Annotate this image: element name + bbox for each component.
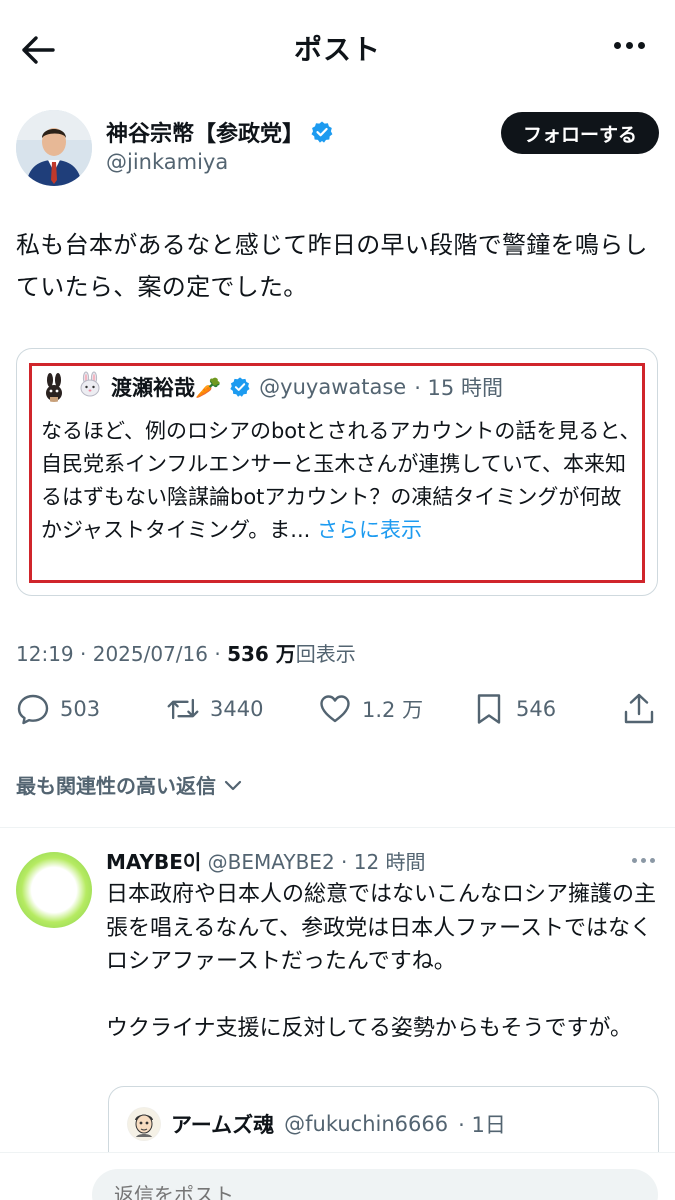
quoted-author-avatar	[39, 372, 69, 402]
reply-quoted-post-time: · 1日	[458, 1113, 506, 1137]
reply-quoted-author-avatar	[127, 1107, 161, 1141]
share-icon	[624, 693, 654, 724]
quoted-post-card[interactable]: 渡瀬裕哉🥕 @yuyawatase · 15 時間 なるほど、例のロシアのbot…	[16, 348, 658, 596]
page-title: ポスト	[293, 33, 381, 66]
quoted-author-name: 渡瀬裕哉🥕	[111, 376, 222, 400]
like-count: 1.2 万	[362, 698, 424, 722]
post-text: 私も台本があるなと感じて昨日の早い段階で警鐘を鳴らしていたら、案の定でした。	[16, 231, 648, 301]
reply-bubble-icon	[17, 694, 49, 725]
chevron-down-icon	[224, 780, 242, 790]
post-actions: 503 3440 1.2 万 546	[16, 692, 659, 732]
section-divider	[0, 827, 675, 828]
reply-author-name[interactable]: MAYBE이	[106, 850, 201, 874]
post-author: 神谷宗幣【参政党】 @jinkamiya フォローする	[16, 110, 659, 190]
reply-quoted-author-name: アームズ魂	[171, 1113, 275, 1137]
reply-button[interactable]: 503	[16, 692, 100, 726]
reply-header: MAYBE이 @BEMAYBE2 · 12 時間	[106, 846, 426, 875]
more-dot-icon	[650, 858, 655, 863]
more-dot-icon	[614, 42, 621, 49]
more-dot-icon	[632, 858, 637, 863]
reply-input[interactable]	[92, 1169, 658, 1200]
reply-quoted-author-handle: @fukuchin6666	[284, 1112, 449, 1136]
post-time: 12:19	[16, 642, 74, 666]
repost-count: 3440	[210, 697, 264, 721]
reply-sort-dropdown[interactable]: 最も関連性の高い返信	[16, 770, 244, 799]
quoted-post-header: 渡瀬裕哉🥕 @yuyawatase · 15 時間	[39, 371, 503, 403]
author-avatar[interactable]	[16, 110, 92, 186]
reply-text: 日本政府や日本人の総意ではないこんなロシア擁護の主張を唱えるなんて、参政党は日本…	[106, 882, 657, 1041]
reply-sort-label: 最も関連性の高い返信	[16, 774, 216, 798]
share-button[interactable]	[622, 692, 656, 726]
bookmark-count: 546	[516, 697, 557, 721]
more-options-button[interactable]	[614, 42, 645, 49]
more-dot-icon	[626, 42, 633, 49]
follow-button[interactable]: フォローする	[500, 112, 659, 154]
show-more-link[interactable]: さらに表示	[317, 518, 422, 542]
more-dot-icon	[641, 858, 646, 863]
reply-time: · 12 時間	[341, 850, 426, 874]
reply-quoted-post-header: アームズ魂 @fukuchin6666 · 1日	[127, 1107, 506, 1141]
views-count: 536 万	[227, 642, 296, 666]
top-bar: ポスト	[0, 0, 675, 96]
verified-badge-icon	[311, 121, 333, 143]
views-label: 回表示	[295, 642, 356, 666]
cartoon-face-icon	[128, 1108, 160, 1140]
post-meta: 12:19 · 2025/07/16 · 536 万回表示	[16, 642, 356, 666]
reply-author-handle[interactable]: @BEMAYBE2	[208, 850, 335, 874]
reply-more-button[interactable]	[632, 858, 655, 863]
reply-composer	[0, 1152, 675, 1200]
person-portrait-icon	[16, 110, 92, 186]
quoted-post-time: · 15 時間	[414, 376, 503, 400]
verified-badge-icon	[230, 377, 250, 397]
heart-icon	[320, 695, 350, 723]
author-handle[interactable]: @jinkamiya	[106, 150, 228, 174]
author-name[interactable]: 神谷宗幣【参政党】	[106, 116, 334, 148]
like-button[interactable]: 1.2 万	[318, 692, 423, 726]
repost-button[interactable]: 3440	[166, 692, 263, 726]
bookmark-icon	[477, 694, 501, 724]
more-dot-icon	[638, 42, 645, 49]
quoted-author-handle: @yuyawatase	[259, 375, 407, 399]
bookmark-button[interactable]: 546	[472, 692, 556, 726]
author-name-text: 神谷宗幣【参政党】	[106, 122, 305, 147]
quoted-post-text: なるほど、例のロシアのbotとされるアカウントの話を見ると、 自民党系インフルエ…	[41, 415, 641, 547]
repost-icon	[167, 698, 199, 720]
rabbit-face-icon	[77, 371, 103, 403]
reply-author-avatar[interactable]	[16, 852, 92, 928]
reply-count: 503	[60, 697, 101, 721]
rabbit-avatar-icon	[39, 372, 69, 402]
post-date: 2025/07/16	[92, 642, 208, 666]
